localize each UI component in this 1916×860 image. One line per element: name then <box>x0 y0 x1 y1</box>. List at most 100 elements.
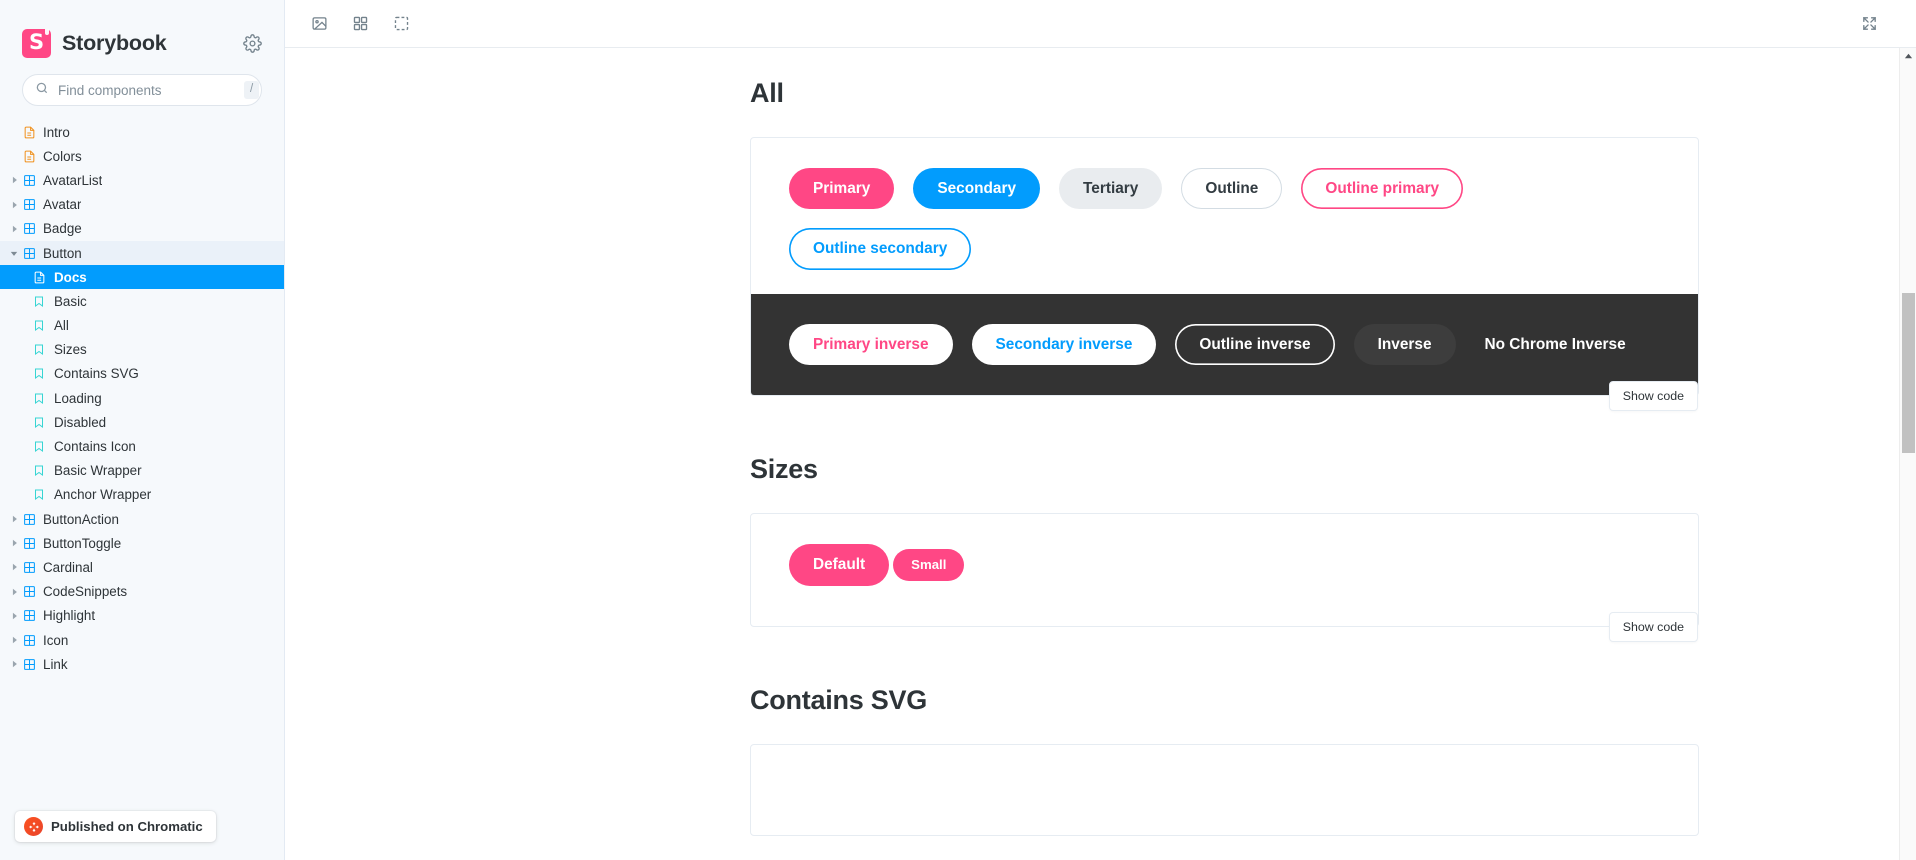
search-box[interactable]: / <box>22 74 262 106</box>
main-panel: All Primary Secondary Tertiary Outline Outli… <box>285 0 1916 860</box>
published-on-chromatic-badge[interactable]: Published on Chromatic <box>15 811 216 842</box>
sidebar-item-label: Basic <box>54 293 87 309</box>
section-heading-sizes: Sizes <box>750 454 818 485</box>
sidebar-item-docs[interactable]: Docs <box>0 265 284 290</box>
expand-icon[interactable] <box>1853 9 1885 39</box>
sidebar-item-basic[interactable]: Basic <box>0 289 284 313</box>
docs-content: All Primary Secondary Tertiary Outline Outli… <box>285 48 1899 836</box>
chevron-right-icon[interactable] <box>8 636 20 644</box>
sidebar-item-label: Loading <box>54 390 102 406</box>
sidebar-item-contains-svg[interactable]: Contains SVG <box>0 362 284 386</box>
button-outline-secondary[interactable]: Outline secondary <box>789 228 972 270</box>
chevron-right-icon[interactable] <box>8 660 20 668</box>
gear-icon[interactable] <box>243 33 262 53</box>
button-primary-inverse[interactable]: Primary inverse <box>789 323 953 366</box>
sidebar-item-buttontoggle[interactable]: ButtonToggle <box>0 531 284 555</box>
chevron-right-icon[interactable] <box>8 563 20 571</box>
chevron-right-icon[interactable] <box>8 225 20 233</box>
button-secondary-inverse[interactable]: Secondary inverse <box>971 323 1157 366</box>
vertical-scrollbar[interactable] <box>1899 48 1916 860</box>
button-small[interactable]: Small <box>893 549 965 581</box>
button-tertiary[interactable]: Tertiary <box>1059 168 1163 210</box>
sidebar-item-cardinal[interactable]: Cardinal <box>0 555 284 579</box>
chromatic-badge-label: Published on Chromatic <box>51 819 203 834</box>
sidebar-item-colors[interactable]: Colors <box>0 144 284 168</box>
section-heading-contains-svg: Contains SVG <box>750 684 928 715</box>
search-wrapper: / <box>0 64 284 106</box>
sidebar-item-label: Icon <box>43 632 69 648</box>
sidebar-item-intro[interactable]: Intro <box>0 120 284 144</box>
sidebar-item-icon[interactable]: Icon <box>0 628 284 652</box>
button-row-light: Primary Secondary Tertiary Outline Outline p… <box>789 168 1660 270</box>
button-inverse[interactable]: Inverse <box>1353 323 1456 366</box>
sidebar-item-label: Link <box>43 656 68 672</box>
sidebar-item-loading[interactable]: Loading <box>0 386 284 410</box>
chevron-right-icon[interactable] <box>8 176 20 184</box>
show-code-button-sizes[interactable]: Show code <box>1608 611 1698 642</box>
preview-toolbar <box>285 0 1916 48</box>
preview-block-sizes: Default Small Show code <box>750 513 1699 642</box>
chevron-right-icon[interactable] <box>8 515 20 523</box>
sidebar-item-buttonaction[interactable]: ButtonAction <box>0 507 284 531</box>
component-icon <box>22 634 36 647</box>
component-icon <box>22 561 36 574</box>
component-icon <box>22 247 36 260</box>
sidebar-item-basic-wrapper[interactable]: Basic Wrapper <box>0 459 284 483</box>
search-input[interactable] <box>58 82 235 98</box>
button-row-sizes: Default Small <box>789 544 1660 586</box>
sidebar-item-anchor-wrapper[interactable]: Anchor Wrapper <box>0 483 284 507</box>
sidebar-item-badge[interactable]: Badge <box>0 217 284 241</box>
chevron-right-icon[interactable] <box>8 539 20 547</box>
preview-block-contains-svg <box>750 743 1699 836</box>
search-shortcut-badge: / <box>244 81 260 99</box>
sidebar-item-button[interactable]: Button <box>0 240 284 266</box>
sidebar-item-sizes[interactable]: Sizes <box>0 338 284 362</box>
scroll-up-arrow-icon[interactable] <box>1900 48 1916 65</box>
button-outline-inverse[interactable]: Outline inverse <box>1175 324 1334 365</box>
story-icon <box>32 464 46 477</box>
chevron-right-icon[interactable] <box>8 588 20 596</box>
sidebar-item-avatarlist[interactable]: AvatarList <box>0 168 284 192</box>
sidebar-item-label: Docs <box>54 269 87 285</box>
doc-icon <box>22 126 36 139</box>
docs-canvas: All Primary Secondary Tertiary Outline Outli… <box>285 48 1899 860</box>
button-outline[interactable]: Outline <box>1181 168 1283 210</box>
button-primary[interactable]: Primary <box>789 168 895 210</box>
measure-icon[interactable] <box>385 9 417 39</box>
sidebar-item-label: Contains SVG <box>54 366 139 382</box>
sidebar-item-disabled[interactable]: Disabled <box>0 410 284 434</box>
zoom-image-icon[interactable] <box>303 9 335 39</box>
sidebar-item-link[interactable]: Link <box>0 652 284 676</box>
chevron-right-icon[interactable] <box>8 201 20 209</box>
story-icon <box>32 295 46 308</box>
sidebar-item-all[interactable]: All <box>0 314 284 338</box>
sidebar-item-label: All <box>54 318 69 334</box>
logo-letter: S <box>28 30 45 54</box>
button-no-chrome-inverse[interactable]: No Chrome Inverse <box>1475 324 1636 365</box>
preview-inner-contains-svg <box>751 745 1698 835</box>
sidebar-item-label: Intro <box>43 124 70 140</box>
show-code-button-all[interactable]: Show code <box>1608 381 1698 412</box>
sidebar-item-contains-icon[interactable]: Contains Icon <box>0 434 284 458</box>
sidebar-item-codesnippets[interactable]: CodeSnippets <box>0 580 284 604</box>
sidebar-item-highlight[interactable]: Highlight <box>0 604 284 628</box>
button-outline-primary[interactable]: Outline primary <box>1301 168 1464 210</box>
docs-icon <box>32 271 46 284</box>
sidebar: S Storybook / Intro <box>0 0 285 860</box>
story-icon <box>32 416 46 429</box>
brand-title: Storybook <box>62 30 167 55</box>
sidebar-item-label: Cardinal <box>43 559 93 575</box>
sidebar-item-avatar[interactable]: Avatar <box>0 193 284 217</box>
button-default[interactable]: Default <box>789 544 890 586</box>
scrollbar-thumb[interactable] <box>1902 293 1915 453</box>
sidebar-item-label: Highlight <box>43 608 96 624</box>
button-secondary[interactable]: Secondary <box>913 168 1041 210</box>
grid-icon[interactable] <box>344 9 376 39</box>
sidebar-item-label: CodeSnippets <box>43 584 128 600</box>
chevron-down-icon[interactable] <box>8 250 20 257</box>
sidebar-item-label: Avatar <box>43 197 82 213</box>
chevron-right-icon[interactable] <box>8 612 20 620</box>
chromatic-logo-icon <box>24 817 43 836</box>
sidebar-item-label: Basic Wrapper <box>54 463 142 479</box>
canvas-wrapper: All Primary Secondary Tertiary Outline Outli… <box>285 48 1916 860</box>
